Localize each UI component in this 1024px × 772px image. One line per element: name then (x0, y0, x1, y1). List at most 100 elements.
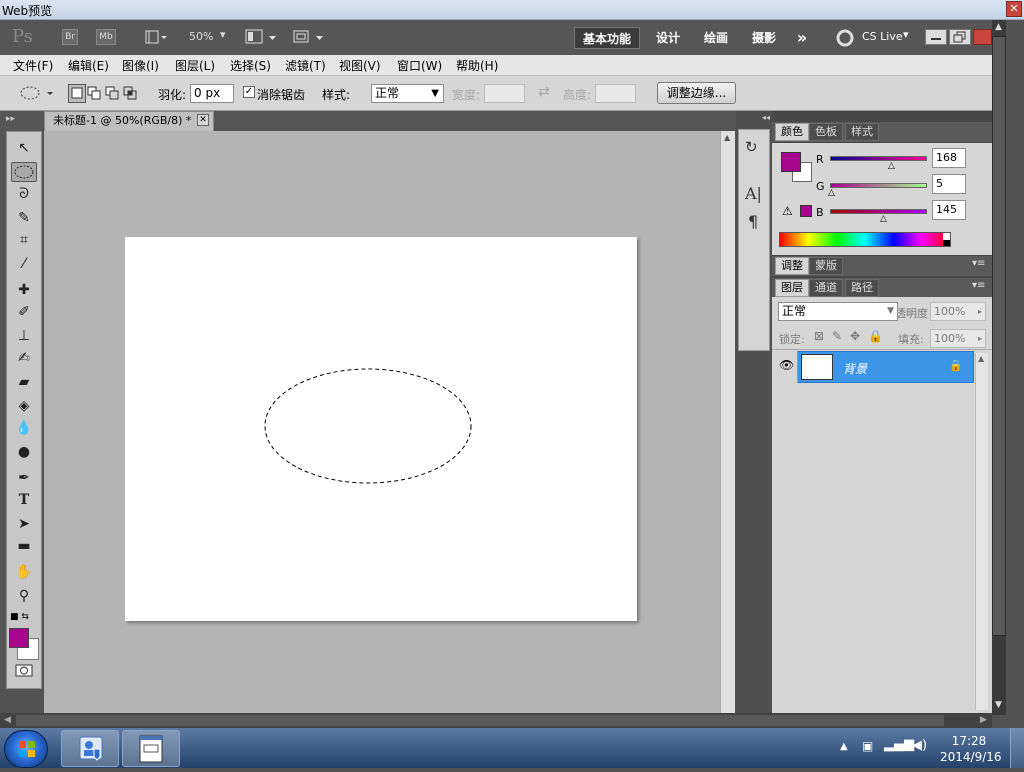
crop-tool-icon[interactable]: ⌗ (11, 230, 37, 250)
panel-menu-icon[interactable]: ▾≡ (972, 258, 985, 269)
menu-filter[interactable]: 滤镜(T) (285, 57, 326, 74)
lasso-tool-icon[interactable]: ᘐ (11, 184, 37, 204)
document-canvas[interactable] (125, 237, 637, 621)
restore-button[interactable] (949, 29, 971, 45)
out-of-gamut-warning-icon[interactable]: ⚠ (782, 204, 793, 218)
horizontal-scrollbar-thumb[interactable] (16, 715, 944, 726)
tool-preset-picker[interactable] (18, 84, 58, 102)
menu-help[interactable]: 帮助(H) (456, 57, 498, 74)
volume-icon[interactable]: ◀) (912, 738, 927, 753)
hand-tool-icon[interactable]: ✋ (11, 562, 37, 582)
menu-file[interactable]: 文件(F) (13, 57, 53, 74)
fill-input[interactable]: 100% ▸ (930, 329, 986, 348)
tab-layers[interactable]: 图层 (775, 279, 809, 297)
height-input[interactable] (595, 84, 636, 103)
style-select[interactable]: 正常 ▼ (371, 84, 444, 103)
taskbar-app-web-preview[interactable] (122, 730, 180, 767)
dodge-tool-icon[interactable]: ● (11, 442, 37, 462)
width-input[interactable] (484, 84, 525, 103)
add-selection-icon[interactable] (86, 84, 104, 103)
network-device-icon[interactable]: ▣ (862, 739, 873, 753)
spectrum-black-patch[interactable] (943, 240, 950, 246)
paragraph-panel-icon[interactable]: ¶ (748, 212, 758, 231)
vertical-scrollbar[interactable]: ▲ (720, 131, 735, 713)
eraser-tool-icon[interactable]: ▰ (11, 372, 37, 392)
tab-color[interactable]: 颜色 (775, 123, 809, 141)
window-close-button[interactable]: ✕ (1006, 1, 1022, 17)
menu-image[interactable]: 图像(I) (122, 57, 159, 74)
default-colors-icon[interactable]: ■ ⇆ (10, 612, 40, 624)
scroll-up-icon[interactable]: ▲ (978, 354, 984, 363)
lock-all-icon[interactable]: 🔒 (868, 329, 883, 343)
clone-stamp-tool-icon[interactable]: ⊥ (11, 326, 37, 346)
tab-styles[interactable]: 样式 (845, 123, 879, 141)
blend-mode-select[interactable]: 正常 ▼ (778, 302, 898, 321)
panel-menu-icon[interactable]: ▾≡ (972, 280, 985, 291)
start-button[interactable] (4, 730, 48, 768)
workspace-photography-button[interactable]: 摄影 (744, 27, 784, 49)
mini-bridge-button[interactable]: Mb (96, 29, 116, 45)
cs-live-menu[interactable]: CS Live (862, 30, 903, 43)
app-close-button[interactable] (973, 29, 992, 45)
channel-b-handle[interactable]: △ (880, 214, 887, 224)
gamut-color-swatch[interactable] (800, 205, 812, 217)
history-brush-tool-icon[interactable]: ✍ (11, 348, 37, 368)
tab-channels[interactable]: 通道 (809, 279, 843, 297)
character-panel-icon[interactable]: A| (745, 184, 762, 203)
spectrum-white-patch[interactable] (943, 233, 950, 240)
layer-name[interactable]: 背景 (843, 360, 867, 377)
taskbar-clock[interactable]: 17:28 2014/9/16 (940, 733, 1002, 765)
lock-position-icon[interactable]: ✥ (850, 329, 860, 343)
scroll-left-icon[interactable]: ◀ (4, 715, 11, 725)
path-selection-tool-icon[interactable]: ➤ (11, 514, 37, 534)
color-panel-foreground-swatch[interactable] (781, 152, 801, 172)
feather-input[interactable]: 0 px (190, 84, 234, 103)
taskbar-app-installer[interactable] (61, 730, 119, 767)
show-desktop-button[interactable] (1010, 728, 1024, 768)
zoom-dropdown[interactable]: 50% (189, 30, 213, 43)
horizontal-scrollbar[interactable]: ◀ ▶ (0, 713, 992, 728)
channel-g-input[interactable]: 5 (932, 174, 966, 194)
refine-edge-button[interactable]: 调整边缘... (657, 82, 736, 104)
scroll-right-icon[interactable]: ▶ (980, 715, 987, 725)
channel-r-input[interactable]: 168 (932, 148, 966, 168)
scroll-up-icon[interactable]: ▲ (724, 133, 730, 142)
collapse-panels-icon[interactable]: ◂◂ (762, 113, 770, 122)
channel-g-handle[interactable]: △ (828, 188, 835, 198)
layer-visibility-toggle[interactable]: 👁 (774, 351, 798, 383)
new-selection-icon[interactable] (68, 84, 86, 103)
color-spectrum-bar[interactable] (779, 232, 951, 247)
intersect-selection-icon[interactable] (122, 84, 140, 103)
antialias-checkbox[interactable]: ✓ (243, 86, 255, 98)
move-tool-icon[interactable]: ↖ (11, 138, 37, 158)
healing-brush-tool-icon[interactable]: ✚ (11, 280, 37, 300)
bridge-button[interactable]: Br (62, 29, 78, 45)
network-signal-icon[interactable]: ▂▄▆ (884, 737, 914, 752)
zoom-tool-icon[interactable]: ⚲ (11, 586, 37, 606)
swap-dimensions-icon[interactable]: ⇄ (538, 84, 550, 100)
brush-tool-icon[interactable]: ✐ (11, 302, 37, 322)
channel-g-slider[interactable] (830, 183, 927, 188)
elliptical-marquee-tool-icon[interactable] (11, 162, 37, 182)
menu-edit[interactable]: 编辑(E) (68, 57, 109, 74)
workspace-basic-button[interactable]: 基本功能 (574, 27, 640, 49)
tab-masks[interactable]: 蒙版 (809, 257, 843, 275)
type-tool-icon[interactable]: T (11, 490, 37, 510)
minimize-button[interactable] (925, 29, 947, 45)
workspace-painting-button[interactable]: 绘画 (696, 27, 736, 49)
arrange-documents-icon[interactable] (245, 29, 279, 45)
show-hidden-icons-icon[interactable]: ▲ (840, 741, 848, 752)
scroll-down-icon[interactable]: ▼ (995, 700, 1002, 710)
paint-bucket-tool-icon[interactable]: ◈ (11, 396, 37, 416)
menu-window[interactable]: 窗口(W) (397, 57, 442, 74)
workspace-design-button[interactable]: 设计 (648, 27, 688, 49)
screen-mode-icon[interactable] (292, 29, 326, 45)
channel-r-slider[interactable] (830, 156, 927, 161)
opacity-input[interactable]: 100% ▸ (930, 302, 986, 321)
history-panel-icon[interactable]: ↻ (745, 138, 758, 156)
lock-image-icon[interactable]: ✎ (832, 329, 842, 343)
eyedropper-tool-icon[interactable]: ⁄ (11, 254, 37, 274)
menu-view[interactable]: 视图(V) (339, 57, 381, 74)
menu-layer[interactable]: 图层(L) (175, 57, 215, 74)
channel-b-slider[interactable] (830, 209, 927, 214)
